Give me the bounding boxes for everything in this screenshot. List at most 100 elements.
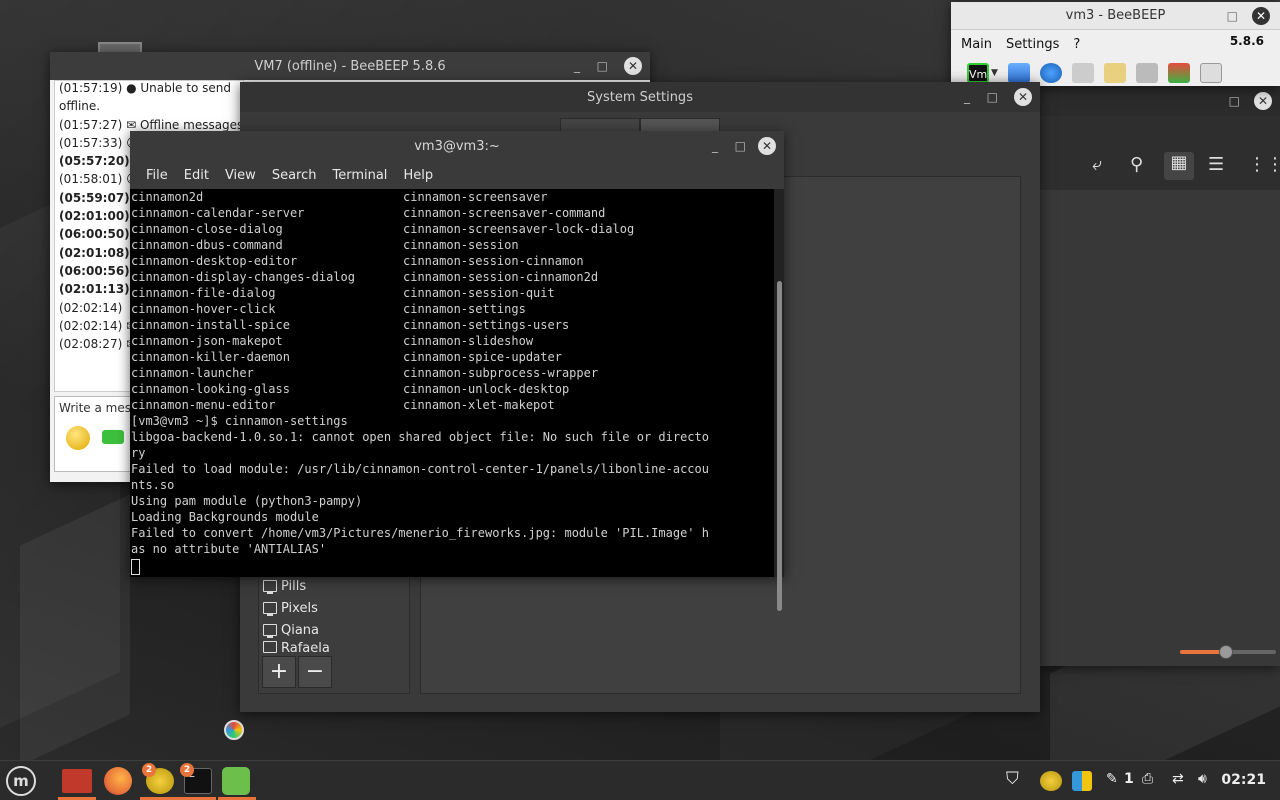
maximize-icon[interactable]: □: [1229, 95, 1240, 107]
chat-line: offline.: [59, 99, 101, 114]
menu-terminal[interactable]: Terminal: [324, 168, 395, 183]
maximize-icon[interactable]: □: [597, 60, 608, 72]
terminal-titlebar[interactable]: vm3@vm3:~ _ □ ✕: [130, 131, 784, 161]
emoticon-icon[interactable]: [66, 426, 90, 450]
firefox-icon[interactable]: [104, 767, 132, 795]
output-line: as no attribute 'ANTIALIAS': [131, 542, 327, 556]
share-icon[interactable]: [1167, 63, 1190, 83]
search-icon[interactable]: ⚲: [1130, 154, 1143, 175]
sidebar-item[interactable]: Rafaela: [263, 641, 330, 653]
close-icon[interactable]: ✕: [1252, 6, 1270, 25]
terminal-menubar: File Edit View Search Terminal Help: [130, 161, 784, 189]
fm-content[interactable]: [1040, 190, 1280, 666]
vm3-titlebar[interactable]: vm3 - BeeBEEP □ ✕: [951, 2, 1280, 30]
trash-icon[interactable]: [1199, 63, 1222, 83]
menu-help[interactable]: Help: [395, 168, 441, 183]
settings-launcher[interactable]: [222, 765, 254, 797]
sidebar-item[interactable]: Qiana: [263, 619, 319, 641]
terminal-scrollbar[interactable]: [774, 189, 784, 611]
close-icon[interactable]: ✕: [624, 57, 642, 75]
output-row: cinnamon-killer-daemon cinnamon-spice-upd…: [131, 350, 562, 364]
close-icon[interactable]: ✕: [758, 137, 776, 155]
bee-tray-icon[interactable]: [1040, 771, 1062, 791]
output-row: cinnamon-display-changes-dialog cinnamon-…: [131, 270, 599, 284]
list-view-icon[interactable]: ☰: [1208, 154, 1224, 175]
sidebar-item-label: Rafaela: [281, 641, 330, 653]
menu-edit[interactable]: Edit: [176, 168, 217, 183]
printer-icon[interactable]: ⎙: [1142, 771, 1153, 787]
monitor-icon: [263, 641, 277, 653]
monitor-icon: [263, 602, 277, 616]
send-icon[interactable]: [102, 430, 124, 444]
monitor-icon: [263, 624, 277, 638]
minimize-icon[interactable]: _: [574, 60, 580, 72]
output-row: cinnamon-hover-click cinnamon-settings: [131, 302, 526, 316]
minimize-icon[interactable]: _: [712, 140, 718, 152]
terminal-output[interactable]: cinnamon2d cinnamon-screensaver cinnamon-…: [130, 189, 774, 577]
prompt-line: [vm3@vm3 ~]$ cinnamon-settings: [131, 414, 348, 428]
vm7-titlebar[interactable]: VM7 (offline) - BeeBEEP 5.8.6 _ □ ✕: [50, 52, 650, 80]
path-toggle-icon[interactable]: ⤶: [1092, 154, 1102, 175]
fm-titlebar[interactable]: □ ✕: [1040, 86, 1280, 116]
scrollbar-thumb[interactable]: [777, 281, 782, 611]
volume-icon[interactable]: 🔊︎: [1198, 771, 1207, 787]
menu-settings[interactable]: Settings: [1006, 37, 1059, 52]
menu-file[interactable]: File: [138, 168, 176, 183]
version-label: 5.8.6: [1229, 34, 1264, 48]
network-icon[interactable]: ⇄: [1172, 771, 1184, 787]
tools-icon[interactable]: [1135, 63, 1158, 83]
add-button[interactable]: +: [262, 656, 296, 688]
update-manager-icon[interactable]: [1072, 771, 1092, 791]
clock[interactable]: 02:21: [1221, 772, 1266, 788]
output-line: ry: [131, 446, 146, 460]
beebeep-launcher[interactable]: 2: [142, 763, 178, 797]
output-row: cinnamon-json-makepot cinnamon-slideshow: [131, 334, 534, 348]
zoom-slider[interactable]: [1180, 645, 1276, 659]
settings-toggle-icon: [222, 767, 250, 795]
mint-menu-icon[interactable]: m: [6, 766, 36, 796]
minimize-icon[interactable]: _: [964, 91, 970, 103]
output-row: cinnamon-looking-glass cinnamon-unlock-de…: [131, 382, 570, 396]
close-icon[interactable]: ✕: [1254, 92, 1272, 110]
beebeep-vm3-window: vm3 - BeeBEEP □ ✕ Main Settings ? 5.8.6 …: [951, 2, 1280, 86]
color-picker-icon[interactable]: [224, 720, 244, 740]
vm3-title: vm3 - BeeBEEP: [1065, 8, 1166, 23]
output-row: cinnamon-desktop-editor cinnamon-session-…: [131, 254, 584, 268]
zoom-slider-handle[interactable]: [1219, 645, 1233, 659]
files-launcher[interactable]: [62, 765, 94, 797]
maximize-icon[interactable]: □: [987, 91, 998, 103]
maximize-icon[interactable]: □: [735, 140, 746, 152]
network-icon[interactable]: [1039, 63, 1062, 83]
terminal-launcher[interactable]: – 2: [180, 763, 216, 797]
sidebar-item[interactable]: Pills: [263, 575, 306, 597]
icon-view-icon[interactable]: ▦: [1164, 152, 1194, 180]
taskbar: m 2 – 2 ⛉ ✎ 1 ⎙ ⇄ 🔊︎ 02:21: [0, 760, 1280, 800]
sidebar-buttons: + −: [262, 656, 332, 688]
chevron-down-icon[interactable]: ▼: [991, 68, 998, 78]
menu-search[interactable]: Search: [264, 168, 325, 183]
notifications-icon[interactable]: ✎: [1106, 771, 1118, 787]
menu-help[interactable]: ?: [1073, 37, 1080, 52]
terminal-title: vm3@vm3:~: [414, 138, 500, 154]
cursor-line: [131, 557, 774, 575]
fm-toolbar: ⤶ ⚲ ▦ ☰ ⋮⋮: [1040, 152, 1280, 182]
maximize-icon[interactable]: □: [1227, 10, 1238, 22]
sidebar-item[interactable]: Pixels: [263, 597, 318, 619]
output-line: Failed to convert /home/vm3/Pictures/men…: [131, 526, 709, 540]
shield-icon[interactable]: ⛉: [1006, 769, 1019, 789]
home-icon[interactable]: [1071, 63, 1094, 83]
vm-status-icon[interactable]: Vm: [967, 63, 989, 83]
sys-title: System Settings: [587, 89, 693, 105]
chat-line: (01:57:19) ● Unable to send: [59, 81, 231, 95]
compact-view-icon[interactable]: ⋮⋮: [1248, 154, 1280, 175]
close-icon[interactable]: ✕: [1014, 88, 1032, 106]
output-row: cinnamon-dbus-command cinnamon-session: [131, 238, 519, 252]
menu-main[interactable]: Main: [961, 37, 992, 52]
remove-button[interactable]: −: [298, 656, 332, 688]
output-row: cinnamon-menu-editor cinnamon-xlet-makepo…: [131, 398, 555, 412]
menu-view[interactable]: View: [217, 168, 264, 183]
edit-icon[interactable]: [1103, 63, 1126, 83]
settings-icon[interactable]: [1007, 63, 1030, 83]
notification-badge: 2: [180, 763, 194, 777]
sys-titlebar[interactable]: System Settings _ □ ✕: [240, 82, 1040, 112]
